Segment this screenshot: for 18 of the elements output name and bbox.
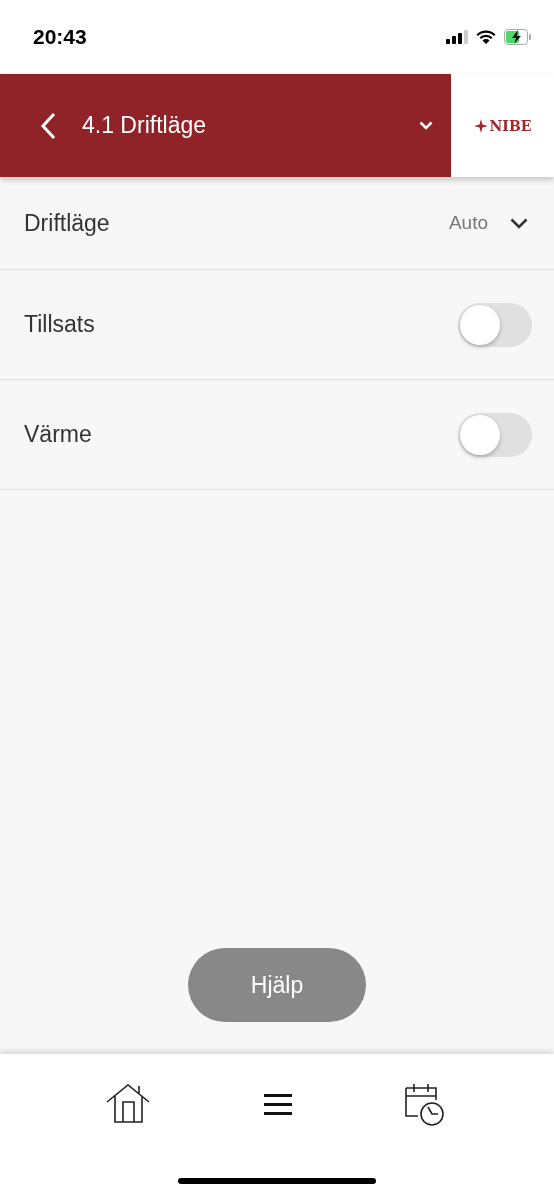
home-icon[interactable] — [106, 1084, 152, 1124]
chevron-down-icon[interactable] — [510, 217, 528, 229]
battery-charging-icon — [504, 29, 532, 45]
wifi-icon — [476, 30, 496, 44]
setting-value[interactable]: Auto — [448, 212, 488, 234]
setting-label: Tillsats — [24, 311, 95, 338]
setting-label: Driftläge — [24, 209, 110, 237]
help-button[interactable]: Hjälp — [188, 948, 366, 1022]
brand-logo: NIBE — [489, 117, 532, 134]
setting-label: Värme — [24, 421, 92, 448]
signal-icon — [446, 30, 468, 44]
toggle-switch[interactable] — [458, 412, 532, 457]
status-time: 20:43 — [33, 25, 87, 49]
toggle-switch[interactable] — [458, 302, 532, 347]
logo-star-icon — [473, 118, 488, 133]
menu-icon[interactable] — [264, 1092, 292, 1116]
page-title: 4.1 Driftläge — [82, 112, 207, 139]
back-icon[interactable] — [40, 111, 56, 140]
